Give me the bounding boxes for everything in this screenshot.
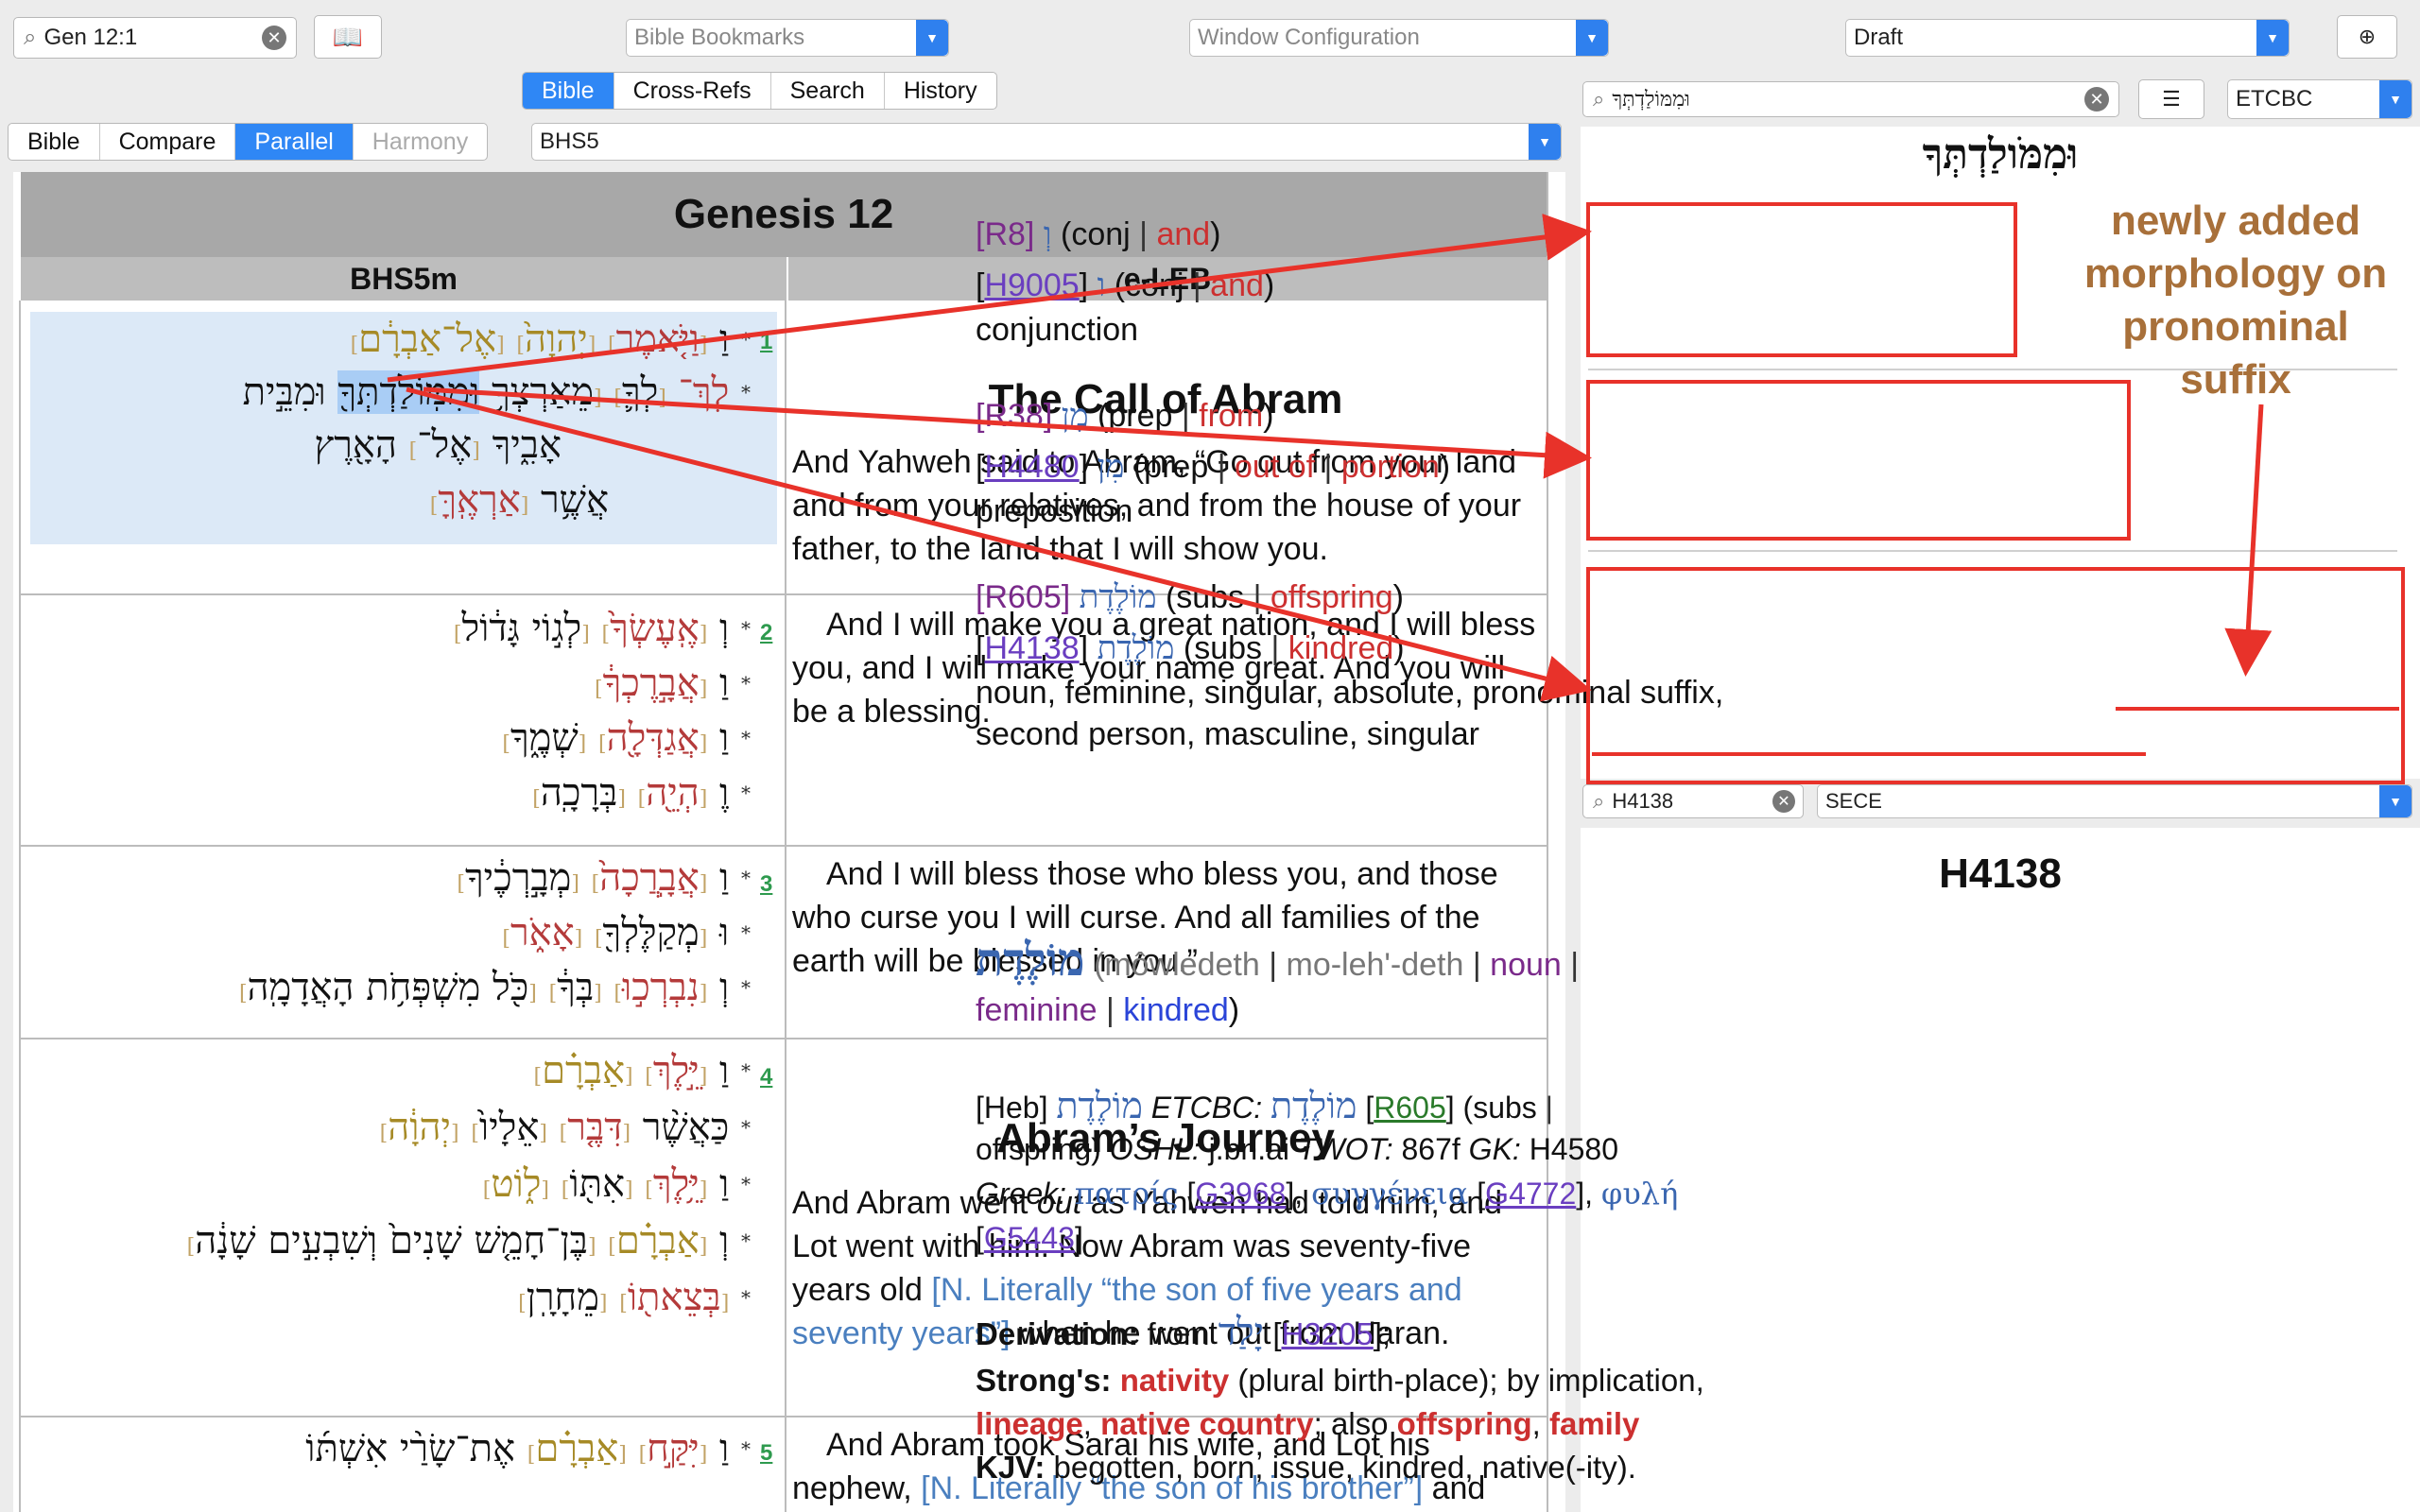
- arrow-to-conj: [387, 214, 1592, 383]
- annotation-arrows: [387, 214, 2273, 702]
- arrow-to-noun: [406, 387, 1592, 702]
- arrow-to-prep: [423, 387, 1592, 479]
- arrow-to-suffix: [2224, 404, 2273, 677]
